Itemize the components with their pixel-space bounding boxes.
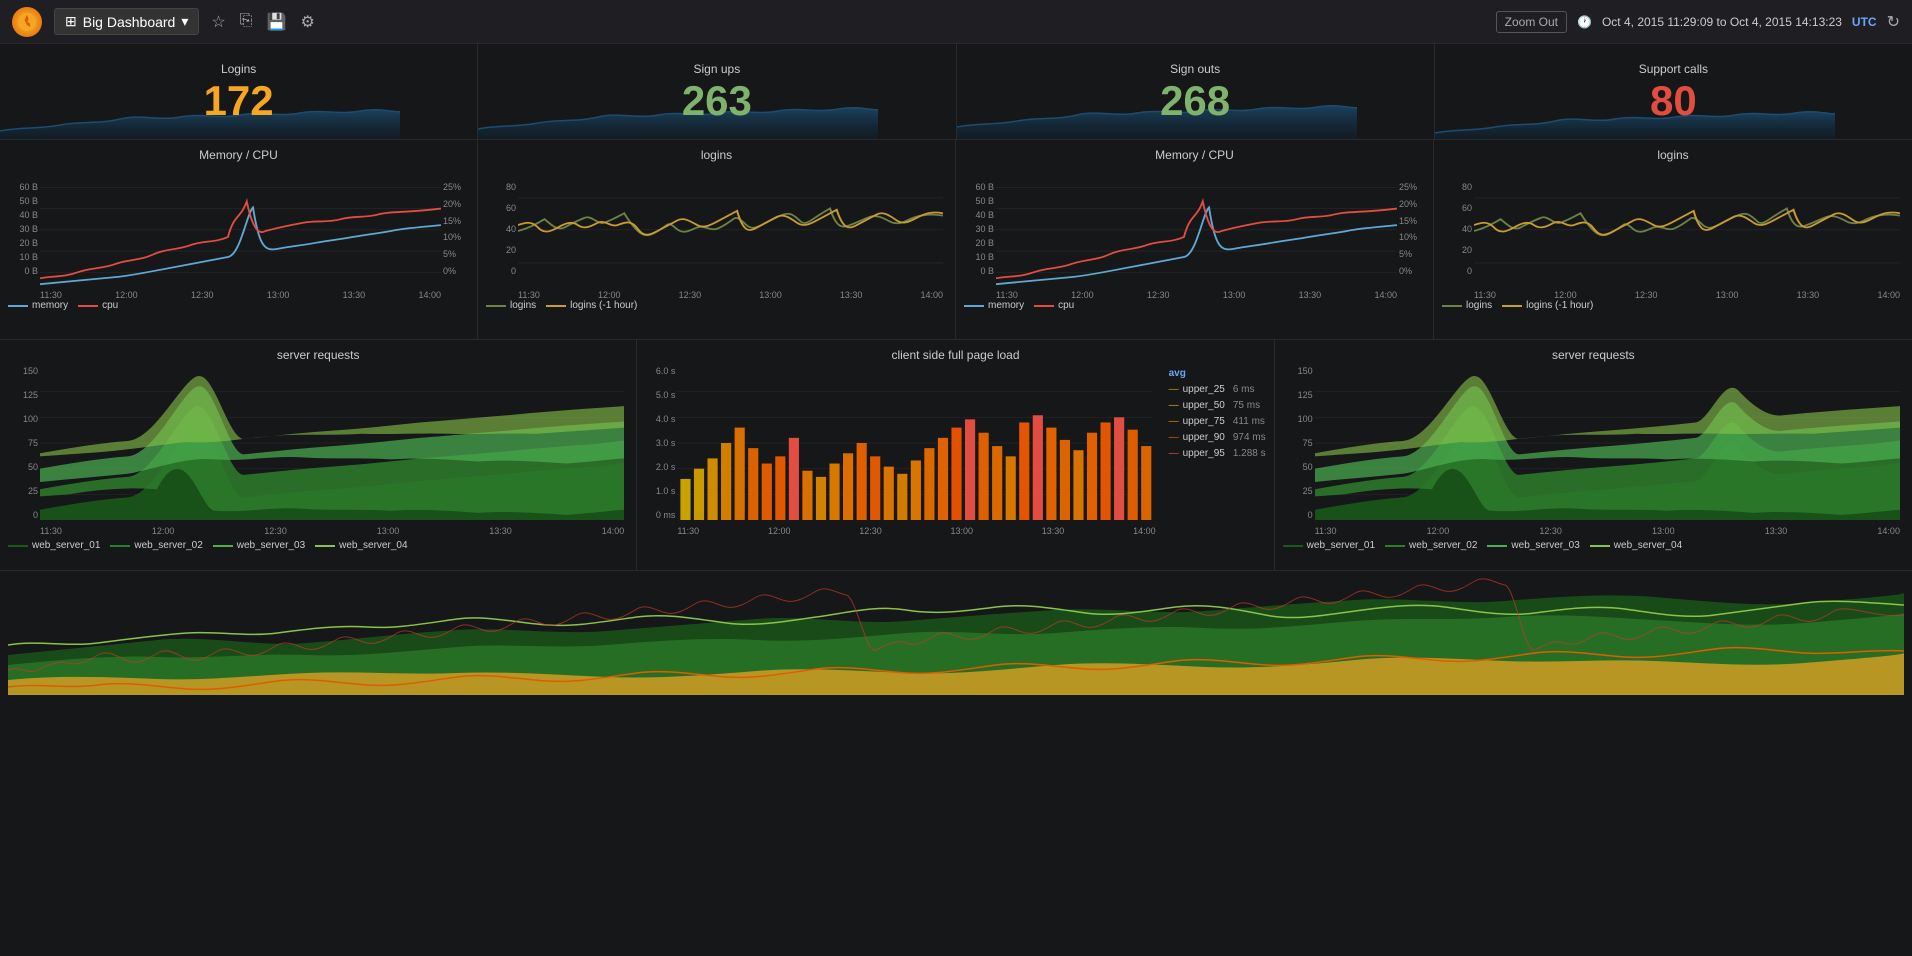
stat-cards-row: Logins 172 Sign ups 263 Sign outs 268 Su…: [0, 44, 1912, 140]
page-load-title: client side full page load: [645, 348, 1265, 362]
chevron-down-icon: ▾: [181, 13, 188, 30]
server-x-2: 11:3012:0012:3013:0013:3014:00: [1315, 526, 1900, 536]
support-label: Support calls: [1639, 62, 1708, 76]
server-x-1: 11:3012:0012:3013:0013:3014:00: [40, 526, 624, 536]
memory2-y-right: 25%20%15%10%5%0%: [1397, 182, 1425, 276]
server-legend-2: web_server_01 web_server_02 web_server_0…: [1283, 540, 1904, 551]
logins-legend-2: logins logins (-1 hour): [1442, 300, 1904, 311]
refresh-icon[interactable]: ↻: [1887, 12, 1900, 32]
stat-card-support: Support calls 80: [1435, 44, 1912, 139]
memory2-y-left: 60 B50 B40 B30 B20 B10 B0 B: [964, 182, 996, 276]
share-icon[interactable]: ⎘: [240, 12, 253, 32]
topnav: ⊞ Big Dashboard ▾ ☆ ⎘ 💾 ⚙ Zoom Out 🕐 Oct…: [0, 0, 1912, 44]
memory-legend-1: memory cpu: [8, 300, 469, 311]
memory-cpu-title-1: Memory / CPU: [8, 148, 469, 162]
memory-legend-2: memory cpu: [964, 300, 1425, 311]
zoom-out-button[interactable]: Zoom Out: [1496, 11, 1567, 33]
server-requests-title-1: server requests: [8, 348, 628, 362]
stat-card-signups: Sign ups 263: [478, 44, 956, 139]
memory-x-axis: 11:3012:0012:3013:0013:3014:00: [40, 290, 441, 300]
save-icon[interactable]: 💾: [267, 12, 287, 32]
page-load-x: 11:3012:0012:3013:0013:3014:00: [677, 526, 1155, 536]
logins2-y-left: 806040200: [1442, 182, 1474, 276]
signouts-value: 268: [1160, 80, 1230, 122]
clock-icon: 🕐: [1577, 15, 1592, 29]
stat-card-signouts: Sign outs 268: [957, 44, 1435, 139]
memory-cpu-svg-1: [40, 166, 441, 296]
logins-panel-2: logins 806040200 11:3012:0012:3013:0013:…: [1434, 140, 1912, 340]
logins-legend-1: logins logins (-1 hour): [486, 300, 947, 311]
star-icon[interactable]: ☆: [211, 12, 225, 32]
server-requests-svg-1: [40, 366, 624, 520]
memory-cpu-svg-2: [996, 166, 1397, 296]
page-load-legend: avg —upper_256 ms —upper_5075 ms —upper_…: [1169, 366, 1266, 462]
settings-icon[interactable]: ⚙: [300, 12, 314, 32]
memory-y-right: 25%20%15%10%5%0%: [441, 182, 469, 276]
logins-value: 172: [204, 80, 274, 122]
memory-cpu-title-2: Memory / CPU: [964, 148, 1425, 162]
logins-title-1: logins: [486, 148, 947, 162]
dashboard-selector[interactable]: ⊞ Big Dashboard ▾: [54, 8, 199, 35]
time-range: Oct 4, 2015 11:29:09 to Oct 4, 2015 14:1…: [1602, 15, 1842, 29]
page-load-y: 6.0 s5.0 s4.0 s3.0 s2.0 s1.0 s0 ms: [645, 366, 677, 520]
memory2-x-axis: 11:3012:0012:3013:0013:3014:00: [996, 290, 1397, 300]
server-requests-panel-1: server requests 1501251007550250: [0, 340, 637, 570]
server-requests-panel-2: server requests 1501251007550250 11:3012…: [1275, 340, 1912, 570]
memory-y-left: 60 B50 B40 B30 B20 B10 B0 B: [8, 182, 40, 276]
page-load-svg: [677, 366, 1151, 520]
logins-svg-1: [518, 166, 943, 296]
dashboard-name: Big Dashboard: [83, 14, 176, 30]
page-load-panel: client side full page load 6.0 s5.0 s4.0…: [637, 340, 1274, 570]
memory-cpu-panel-1: Memory / CPU 60 B50 B40 B30 B20 B10 B0 B…: [0, 140, 478, 340]
bottom-charts-row: server requests 1501251007550250: [0, 340, 1912, 571]
utc-badge[interactable]: UTC: [1852, 15, 1877, 29]
memory-cpu-panel-2: Memory / CPU 60 B50 B40 B30 B20 B10 B0 B…: [956, 140, 1434, 340]
stat-card-logins: Logins 172: [0, 44, 478, 139]
avg-label: avg: [1169, 366, 1266, 382]
support-value: 80: [1650, 80, 1697, 122]
logins-x-axis: 11:3012:0012:3013:0013:3014:00: [518, 290, 943, 300]
nav-right: Zoom Out 🕐 Oct 4, 2015 11:29:09 to Oct 4…: [1496, 11, 1900, 33]
logins-title-2: logins: [1442, 148, 1904, 162]
server-requests-title-2: server requests: [1283, 348, 1904, 362]
server-legend-1: web_server_01 web_server_02 web_server_0…: [8, 540, 628, 551]
grid-icon: ⊞: [65, 13, 77, 30]
server-requests-svg-2: [1315, 366, 1900, 520]
footer-svg: [8, 575, 1904, 695]
logins-panel-1: logins 806040200 11:3012:0012:3013:0013:…: [478, 140, 956, 340]
logins2-x-axis: 11:3012:0012:3013:0013:3014:00: [1474, 290, 1900, 300]
server-y-left-1: 1501251007550250: [8, 366, 40, 520]
server-y-left-2: 1501251007550250: [1283, 366, 1315, 520]
logins-label: Logins: [221, 62, 256, 76]
logins-svg-2: [1474, 166, 1900, 296]
nav-icons: ☆ ⎘ 💾 ⚙: [211, 12, 314, 32]
signups-label: Sign ups: [694, 62, 741, 76]
footer-chart: [0, 571, 1912, 701]
signups-value: 263: [682, 80, 752, 122]
signouts-label: Sign outs: [1170, 62, 1220, 76]
chart-grid-row1: Memory / CPU 60 B50 B40 B30 B20 B10 B0 B…: [0, 140, 1912, 340]
logo-icon: [12, 7, 42, 37]
logins-y-left: 806040200: [486, 182, 518, 276]
